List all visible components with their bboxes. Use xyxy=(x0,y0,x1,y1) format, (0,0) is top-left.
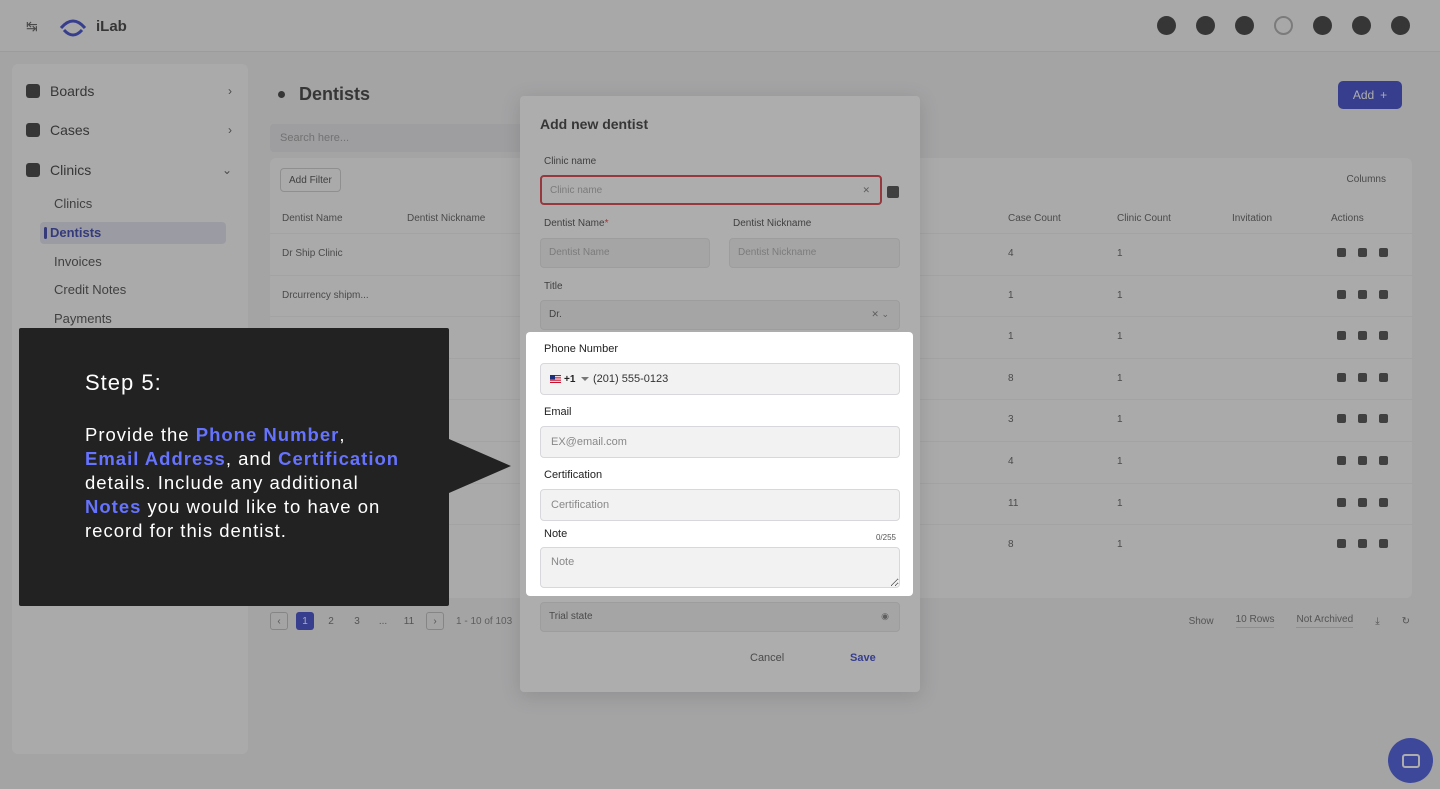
certification-input[interactable] xyxy=(540,489,900,521)
email-input[interactable] xyxy=(540,426,900,458)
tour-tooltip: Step 5: Provide the Phone Number, Email … xyxy=(19,328,449,606)
chevron-down-icon xyxy=(581,377,590,381)
tooltip-title: Step 5: xyxy=(85,370,162,395)
note-char-counter: 0/255 xyxy=(875,533,896,542)
certification-label: Certification xyxy=(544,469,603,481)
highlight-phone: Phone Number xyxy=(195,424,340,445)
tooltip-body: Provide the Phone Number, Email Address,… xyxy=(85,424,400,541)
highlight-certification: Certification xyxy=(278,448,400,469)
phone-number-input[interactable] xyxy=(593,364,899,394)
email-label: Email xyxy=(544,406,572,418)
highlighted-contact-section: Phone Number +1 Email Certification Note… xyxy=(526,332,913,596)
highlight-email: Email Address xyxy=(85,448,226,469)
note-label: Note xyxy=(544,528,568,540)
phone-number-label: Phone Number xyxy=(544,343,618,355)
note-textarea[interactable] xyxy=(540,547,900,588)
country-dial-code: +1 xyxy=(564,373,576,385)
country-code-select[interactable]: +1 xyxy=(541,364,593,394)
highlight-notes: Notes xyxy=(85,496,142,517)
tooltip-arrow xyxy=(449,439,511,493)
phone-number-field: +1 xyxy=(540,363,900,395)
us-flag-icon xyxy=(550,375,561,383)
